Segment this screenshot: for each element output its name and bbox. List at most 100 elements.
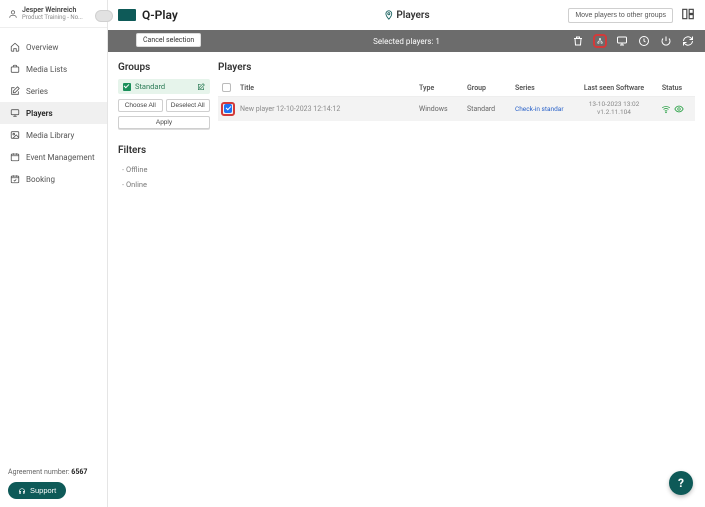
user-name: Jesper Weinreich (22, 6, 83, 14)
support-button[interactable]: Support (8, 482, 66, 499)
cancel-selection-button[interactable]: Cancel selection (136, 33, 201, 47)
filter-offline[interactable]: Offline (118, 162, 210, 177)
agreement-text: Agreement number: 6567 (8, 468, 99, 476)
wifi-icon (661, 104, 671, 114)
pin-icon (383, 10, 393, 20)
players-panel: Players Title Type Group Series Last see… (218, 62, 695, 192)
sidebar-item-players[interactable]: Players (0, 102, 107, 124)
support-label: Support (30, 486, 56, 495)
user-subtitle: Product Training - No... (22, 14, 83, 21)
sidebar-item-booking[interactable]: Booking (0, 168, 107, 190)
apply-button[interactable]: Apply (118, 116, 210, 129)
image-icon (10, 130, 20, 140)
toolbar-icons (571, 34, 695, 48)
sidebar-item-label: Series (26, 87, 48, 96)
sidebar-item-label: Overview (26, 43, 58, 52)
power-button[interactable] (659, 34, 673, 48)
content: Groups Standard Choose All Deselect All … (108, 52, 705, 202)
select-all-checkbox[interactable] (222, 83, 231, 92)
help-fab[interactable]: ? (669, 471, 693, 495)
left-column: Groups Standard Choose All Deselect All … (118, 62, 210, 192)
refresh-button[interactable] (681, 34, 695, 48)
selected-count: Selected players: 1 (373, 37, 440, 46)
brand-name: Q-Play (142, 8, 178, 22)
top-actions: Move players to other groups (568, 7, 695, 24)
help-label: ? (678, 476, 684, 490)
sidebar-item-label: Event Management (26, 153, 95, 162)
sidebar-item-series[interactable]: Series (0, 80, 107, 102)
col-last-seen: Last seen Software (575, 84, 653, 92)
col-type: Type (419, 84, 467, 92)
user-icon (8, 9, 18, 19)
layout-grid-icon (681, 7, 695, 21)
trash-icon (572, 35, 584, 47)
sidebar-item-event-management[interactable]: Event Management (0, 146, 107, 168)
edit-group-icon[interactable] (197, 83, 205, 91)
page-title: Players (383, 10, 429, 21)
filter-online[interactable]: Online (118, 177, 210, 192)
row-type: Windows (419, 105, 467, 113)
agreement-label: Agreement number: (8, 468, 70, 476)
refresh-icon (682, 35, 694, 47)
user-box[interactable]: Jesper Weinreich Product Training - No..… (0, 0, 107, 28)
selection-toolbar: Cancel selection Selected players: 1 (108, 30, 705, 52)
choose-all-button[interactable]: Choose All (118, 99, 163, 112)
user-texts: Jesper Weinreich Product Training - No..… (22, 6, 83, 21)
sidebar-item-label: Media Library (26, 131, 74, 140)
calendar-check-icon (10, 174, 20, 184)
edit-icon (10, 86, 20, 96)
sidebar-item-overview[interactable]: Overview (0, 36, 107, 58)
col-series: Series (515, 84, 575, 92)
filters-panel: Filters Offline Online (118, 145, 210, 192)
briefcase-icon (10, 64, 20, 74)
row-group: Standard (467, 105, 515, 113)
row-status (653, 104, 691, 114)
sidebar-item-media-library[interactable]: Media Library (0, 124, 107, 146)
eye-icon (674, 104, 684, 114)
group-label: Standard (135, 82, 165, 91)
calendar-icon (10, 152, 20, 162)
app-root: Jesper Weinreich Product Training - No..… (0, 0, 705, 507)
move-to-group-button[interactable] (593, 34, 607, 48)
delete-button[interactable] (571, 34, 585, 48)
filters-title: Filters (118, 145, 210, 156)
sidebar-item-label: Media Lists (26, 65, 67, 74)
agreement-number: 6567 (71, 468, 87, 476)
sidebar-item-label: Booking (26, 175, 55, 184)
row-title: New player 12-10-2023 12:14:12 (240, 105, 419, 113)
row-series: Check-in standar (515, 105, 575, 113)
group-checkbox[interactable] (123, 83, 131, 91)
groups-title: Groups (118, 62, 210, 73)
topbar: Q-Play Players Move players to other gro… (108, 0, 705, 30)
headset-icon (18, 487, 26, 495)
row-last-seen: 13-10-2023 13:02 v1.2.11.104 (575, 101, 653, 117)
table-row[interactable]: New player 12-10-2023 12:14:12 Windows S… (218, 97, 695, 121)
brand: Q-Play (118, 8, 178, 22)
sidebar-item-label: Players (26, 109, 53, 118)
move-players-button[interactable]: Move players to other groups (568, 8, 673, 23)
row-checkbox[interactable] (224, 104, 232, 113)
schedule-button[interactable] (637, 34, 651, 48)
monitor-icon (10, 108, 20, 118)
players-table: Title Type Group Series Last seen Softwa… (218, 79, 695, 121)
clock-icon (638, 35, 650, 47)
sidebar-item-media-lists[interactable]: Media Lists (0, 58, 107, 80)
home-icon (10, 42, 20, 52)
players-title: Players (218, 62, 695, 73)
group-row[interactable]: Standard (118, 79, 210, 94)
row-series-link[interactable]: Check-in standar (515, 105, 564, 113)
assign-screen-button[interactable] (615, 34, 629, 48)
sidebar: Jesper Weinreich Product Training - No..… (0, 0, 108, 507)
power-icon (660, 35, 672, 47)
col-group: Group (467, 84, 515, 92)
col-status: Status (653, 84, 691, 92)
main: Q-Play Players Move players to other gro… (108, 0, 705, 507)
players-table-head: Title Type Group Series Last seen Softwa… (218, 79, 695, 97)
col-title: Title (240, 84, 419, 92)
sitemap-icon (597, 35, 603, 47)
deselect-all-button[interactable]: Deselect All (166, 99, 211, 112)
page-title-text: Players (396, 10, 429, 21)
row-software-version: v1.2.11.104 (575, 109, 653, 117)
layout-toggle[interactable] (681, 7, 695, 24)
monitor-icon (616, 35, 628, 47)
